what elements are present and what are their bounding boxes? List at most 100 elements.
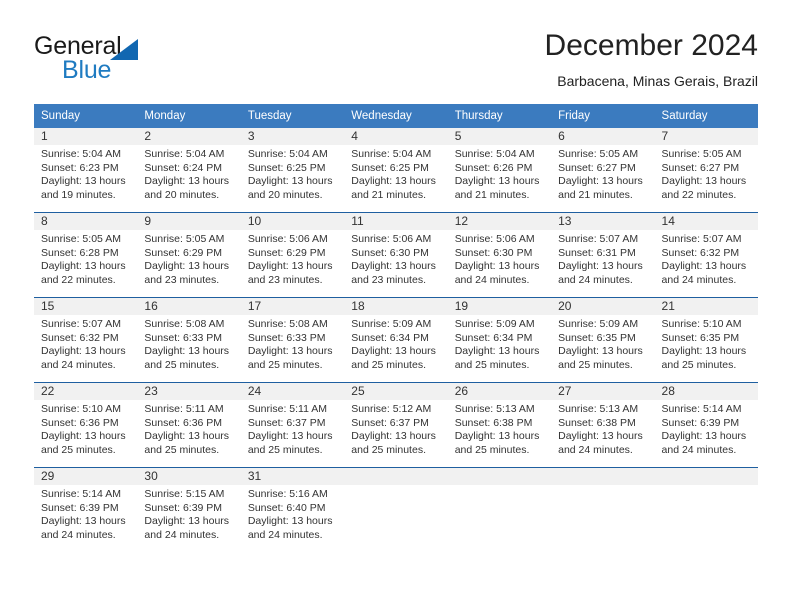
calendar-day-cell[interactable]: 14 Sunrise: 5:07 AM Sunset: 6:32 PM Dayligh… [654, 212, 758, 298]
sunset-text: Sunset: 6:39 PM [661, 416, 740, 429]
day-details: Sunrise: 5:06 AM Sunset: 6:30 PM Daylight:… [344, 230, 447, 287]
sunrise-text: Sunrise: 5:04 AM [247, 148, 328, 160]
sunrise-text: Sunrise: 5:05 AM [661, 148, 742, 160]
sunset-text: Sunset: 6:37 PM [351, 416, 429, 429]
calendar-day-cell[interactable]: 24 Sunrise: 5:11 AM Sunset: 6:37 PM Dayligh… [240, 382, 345, 468]
calendar-day-cell[interactable]: 8 Sunrise: 5:05 AM Sunset: 6:28 PM Daylight… [34, 212, 138, 298]
calendar-day-cell[interactable]: 9 Sunrise: 5:05 AM Sunset: 6:29 PM Daylight… [137, 212, 241, 298]
sunset-text: Sunset: 6:33 PM [247, 331, 326, 344]
calendar-day-cell[interactable]: 22 Sunrise: 5:10 AM Sunset: 6:36 PM Dayligh… [34, 382, 138, 468]
sunrise-text: Sunrise: 5:05 AM [41, 233, 121, 245]
calendar-day-cell[interactable]: 12 Sunrise: 5:06 AM Sunset: 6:30 PM Dayligh… [447, 212, 552, 298]
calendar-day-cell[interactable]: 2 Sunrise: 5:04 AM Sunset: 6:24 PM Daylight… [137, 128, 241, 213]
sunrise-text: Sunrise: 5:04 AM [351, 148, 432, 160]
daylight-text-line1: Daylight: 13 hours [454, 430, 540, 443]
sunset-text: Sunset: 6:34 PM [351, 331, 429, 344]
calendar-day-cell [344, 467, 448, 552]
calendar-week-row: 22 Sunrise: 5:10 AM Sunset: 6:36 PM Dayligh… [34, 382, 758, 468]
calendar-day-cell[interactable]: 19 Sunrise: 5:09 AM Sunset: 6:34 PM Dayligh… [447, 297, 552, 383]
day-cell-inner: 23 Sunrise: 5:11 AM Sunset: 6:36 PM Dayligh… [137, 383, 241, 467]
calendar-day-cell[interactable]: 11 Sunrise: 5:06 AM Sunset: 6:30 PM Dayligh… [344, 212, 448, 298]
sunset-text: Sunset: 6:39 PM [144, 501, 223, 514]
daylight-text-line2: and 25 minutes. [144, 443, 220, 456]
daylight-text-line1: Daylight: 13 hours [351, 260, 436, 273]
day-number: 19 [447, 298, 552, 315]
day-number: 22 [34, 383, 138, 400]
sunrise-text: Sunrise: 5:06 AM [454, 233, 535, 245]
day-cell-inner: 30 Sunrise: 5:15 AM Sunset: 6:39 PM Dayligh… [137, 468, 241, 552]
calendar-day-cell[interactable]: 5 Sunrise: 5:04 AM Sunset: 6:26 PM Daylight… [447, 128, 552, 213]
sunrise-text: Sunrise: 5:09 AM [558, 318, 639, 330]
calendar-day-cell[interactable]: 21 Sunrise: 5:10 AM Sunset: 6:35 PM Dayligh… [654, 297, 758, 383]
daylight-text-line2: and 24 minutes. [558, 273, 633, 286]
calendar-day-cell[interactable]: 26 Sunrise: 5:13 AM Sunset: 6:38 PM Dayligh… [447, 382, 552, 468]
daylight-text-line1: Daylight: 13 hours [351, 345, 436, 358]
calendar-day-cell[interactable]: 6 Sunrise: 5:05 AM Sunset: 6:27 PM Daylight… [551, 128, 655, 213]
daylight-text-line1: Daylight: 13 hours [247, 515, 333, 528]
calendar-day-cell[interactable]: 30 Sunrise: 5:15 AM Sunset: 6:39 PM Dayligh… [137, 467, 241, 552]
day-details: Sunrise: 5:11 AM Sunset: 6:37 PM Daylight:… [241, 400, 344, 457]
sunset-text: Sunset: 6:29 PM [247, 246, 326, 259]
day-number: 12 [447, 213, 552, 230]
day-details: Sunrise: 5:15 AM Sunset: 6:39 PM Daylight:… [137, 485, 240, 542]
general-blue-logo[interactable]: General Blue [34, 32, 264, 92]
day-number: 21 [654, 298, 758, 315]
sunset-text: Sunset: 6:35 PM [558, 331, 636, 344]
calendar-day-cell[interactable]: 16 Sunrise: 5:08 AM Sunset: 6:33 PM Dayligh… [137, 297, 241, 383]
daylight-text-line1: Daylight: 13 hours [661, 175, 747, 188]
daylight-text-line2: and 25 minutes. [247, 358, 323, 371]
day-details: Sunrise: 5:10 AM Sunset: 6:35 PM Daylight:… [655, 315, 758, 372]
weekday-header-friday: Friday [551, 104, 655, 128]
sunrise-text: Sunrise: 5:07 AM [661, 233, 742, 245]
day-details: Sunrise: 5:06 AM Sunset: 6:30 PM Daylight:… [448, 230, 551, 287]
daylight-text-line2: and 25 minutes. [454, 443, 530, 456]
day-details: Sunrise: 5:04 AM Sunset: 6:23 PM Daylight:… [34, 145, 137, 202]
sunrise-text: Sunrise: 5:11 AM [144, 403, 224, 415]
sunrise-text: Sunrise: 5:06 AM [247, 233, 328, 245]
day-cell-inner: 5 Sunrise: 5:04 AM Sunset: 6:26 PM Daylight… [447, 128, 552, 212]
calendar-day-cell[interactable]: 17 Sunrise: 5:08 AM Sunset: 6:33 PM Dayligh… [240, 297, 345, 383]
weekday-header-sunday: Sunday [34, 104, 138, 128]
daylight-text-line1: Daylight: 13 hours [41, 260, 126, 273]
sunrise-text: Sunrise: 5:07 AM [558, 233, 639, 245]
sunset-text: Sunset: 6:40 PM [247, 501, 326, 514]
calendar-day-cell[interactable]: 10 Sunrise: 5:06 AM Sunset: 6:29 PM Dayligh… [240, 212, 345, 298]
day-cell-inner: 21 Sunrise: 5:10 AM Sunset: 6:35 PM Dayligh… [654, 298, 758, 382]
calendar-day-cell[interactable]: 31 Sunrise: 5:16 AM Sunset: 6:40 PM Dayligh… [240, 467, 345, 552]
sunset-text: Sunset: 6:31 PM [558, 246, 636, 259]
calendar-day-cell[interactable]: 18 Sunrise: 5:09 AM Sunset: 6:34 PM Dayligh… [344, 297, 448, 383]
day-details: Sunrise: 5:12 AM Sunset: 6:37 PM Daylight:… [344, 400, 447, 457]
calendar-day-cell[interactable]: 23 Sunrise: 5:11 AM Sunset: 6:36 PM Dayligh… [137, 382, 241, 468]
day-cell-inner: 17 Sunrise: 5:08 AM Sunset: 6:33 PM Dayligh… [240, 298, 345, 382]
calendar-day-cell[interactable]: 4 Sunrise: 5:04 AM Sunset: 6:25 PM Daylight… [344, 128, 448, 213]
daylight-text-line1: Daylight: 13 hours [144, 515, 230, 528]
sunset-text: Sunset: 6:35 PM [661, 331, 740, 344]
daylight-text-line1: Daylight: 13 hours [41, 515, 126, 528]
calendar-day-cell[interactable]: 1 Sunrise: 5:04 AM Sunset: 6:23 PM Daylight… [34, 128, 138, 213]
sunrise-text: Sunrise: 5:08 AM [247, 318, 328, 330]
day-cell-inner: 18 Sunrise: 5:09 AM Sunset: 6:34 PM Dayligh… [344, 298, 448, 382]
calendar-day-cell[interactable]: 3 Sunrise: 5:04 AM Sunset: 6:25 PM Daylight… [240, 128, 345, 213]
sunset-text: Sunset: 6:36 PM [144, 416, 223, 429]
calendar-day-cell[interactable]: 20 Sunrise: 5:09 AM Sunset: 6:35 PM Dayligh… [551, 297, 655, 383]
day-number: 4 [344, 128, 448, 145]
page-subtitle: Barbacena, Minas Gerais, Brazil [557, 73, 758, 89]
daylight-text-line1: Daylight: 13 hours [558, 175, 643, 188]
day-number: 16 [137, 298, 241, 315]
day-number: 8 [34, 213, 138, 230]
calendar-day-cell[interactable]: 13 Sunrise: 5:07 AM Sunset: 6:31 PM Dayligh… [551, 212, 655, 298]
sunrise-text: Sunrise: 5:15 AM [144, 488, 225, 500]
daylight-text-line1: Daylight: 13 hours [144, 260, 230, 273]
sunrise-text: Sunrise: 5:10 AM [41, 403, 121, 415]
calendar-day-cell[interactable]: 27 Sunrise: 5:13 AM Sunset: 6:38 PM Dayligh… [551, 382, 655, 468]
sunset-text: Sunset: 6:28 PM [41, 246, 119, 259]
calendar-day-cell[interactable]: 25 Sunrise: 5:12 AM Sunset: 6:37 PM Dayligh… [344, 382, 448, 468]
calendar-day-cell[interactable]: 7 Sunrise: 5:05 AM Sunset: 6:27 PM Daylight… [654, 128, 758, 213]
day-cell-inner: 2 Sunrise: 5:04 AM Sunset: 6:24 PM Daylight… [137, 128, 241, 212]
calendar-body: 1 Sunrise: 5:04 AM Sunset: 6:23 PM Daylight… [34, 128, 758, 552]
weekday-header-monday: Monday [137, 104, 241, 128]
calendar-day-cell[interactable]: 29 Sunrise: 5:14 AM Sunset: 6:39 PM Dayligh… [34, 467, 138, 552]
sunset-text: Sunset: 6:25 PM [247, 161, 326, 174]
calendar-day-cell[interactable]: 15 Sunrise: 5:07 AM Sunset: 6:32 PM Dayligh… [34, 297, 138, 383]
calendar-day-cell[interactable]: 28 Sunrise: 5:14 AM Sunset: 6:39 PM Dayligh… [654, 382, 758, 468]
